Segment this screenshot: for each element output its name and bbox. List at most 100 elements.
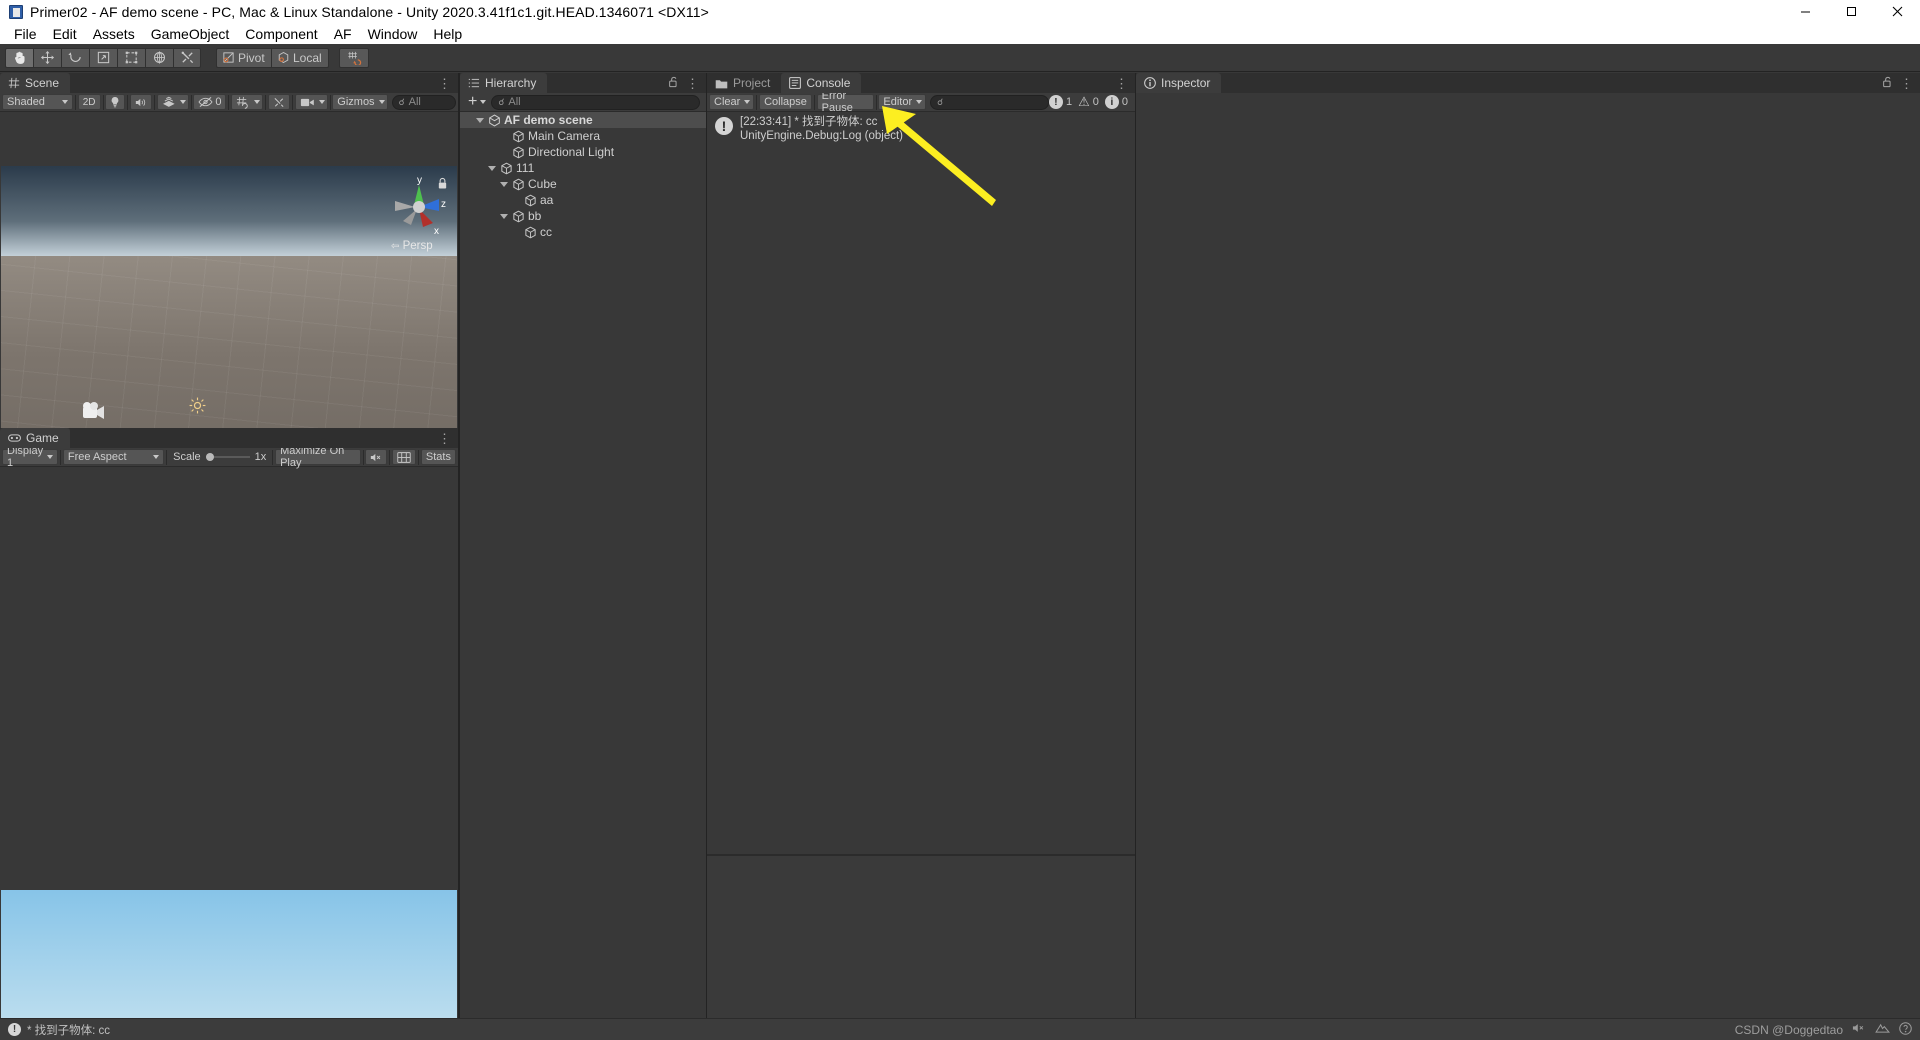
scale-tool-button[interactable] [89, 47, 117, 68]
inspector-tabrow: Inspector ⋮ [1136, 73, 1920, 93]
warning-count[interactable]: ⚠ 0 [1078, 95, 1099, 108]
hierarchy-item-cube[interactable]: Cube [460, 176, 706, 192]
pivot-toggle-button[interactable]: Pivot [216, 47, 271, 68]
chevron-down-icon [254, 100, 261, 104]
transform-tool-button[interactable] [145, 47, 173, 68]
move-tool-button[interactable] [33, 47, 61, 68]
scale-slider-group[interactable]: Scale 1x [169, 451, 270, 463]
scene-search-input[interactable]: ☌ All [391, 94, 456, 110]
hierarchy-item-af-demo-scene[interactable]: AF demo scene [460, 112, 706, 128]
menu-edit[interactable]: Edit [45, 24, 85, 44]
inspector-panel-menu-icon[interactable]: ⋮ [1900, 77, 1913, 90]
maximize-button[interactable] [1828, 0, 1874, 23]
hierarchy-item-directional-light[interactable]: Directional Light [460, 144, 706, 160]
status-mute-icon[interactable] [1852, 1022, 1866, 1037]
hierarchy-item-bb[interactable]: bb [460, 208, 706, 224]
maximize-on-play-button[interactable]: Maximize On Play [275, 445, 361, 469]
console-clear-button[interactable]: Clear [709, 94, 755, 110]
info-count[interactable]: i 0 [1104, 95, 1128, 109]
hierarchy-tree[interactable]: AF demo scene Main Camera Directional Ligh… [460, 112, 706, 1018]
menu-help[interactable]: Help [425, 24, 470, 44]
scene-panel-menu-icon[interactable]: ⋮ [438, 77, 451, 90]
scene-fx-dropdown[interactable] [156, 94, 189, 110]
hierarchy-item-aa[interactable]: aa [460, 192, 706, 208]
2d-label: 2D [82, 96, 96, 108]
status-message[interactable]: * 找到子物体: cc [27, 1022, 110, 1038]
local-toggle-button[interactable]: Local [271, 47, 329, 68]
console-panel-menu-icon[interactable]: ⋮ [1115, 77, 1128, 90]
foldout-expanded-icon[interactable] [498, 181, 510, 187]
game-tab-label: Game [26, 431, 59, 445]
gizmos-label: Gizmos [337, 96, 375, 108]
game-gizmos-button[interactable] [392, 449, 417, 465]
tab-game[interactable]: Game [0, 428, 70, 448]
status-shortcut-icon[interactable] [1875, 1023, 1890, 1037]
console-log-entry[interactable]: ! [22:33:41] * 找到子物体: cc UnityEngine.Deb… [707, 112, 1135, 148]
menu-af[interactable]: AF [326, 24, 360, 44]
2d-toggle-button[interactable]: 2D [77, 94, 101, 110]
grid-snap-button[interactable] [339, 47, 369, 68]
hierarchy-tabrow: Hierarchy ⋮ [460, 73, 706, 93]
tab-project[interactable]: Project [707, 73, 782, 93]
inspector-icon [1144, 77, 1156, 89]
hierarchy-item-cc[interactable]: cc [460, 224, 706, 240]
hierarchy-add-button[interactable]: + [462, 94, 491, 110]
scene-grid-dropdown[interactable] [231, 94, 264, 110]
foldout-expanded-icon[interactable] [486, 165, 498, 171]
status-right-group: CSDN @Doggedtao [1735, 1021, 1912, 1038]
menu-assets[interactable]: Assets [85, 24, 143, 44]
error-count[interactable]: ! 1 [1048, 95, 1072, 109]
lock-icon[interactable] [437, 177, 448, 193]
menu-window[interactable]: Window [360, 24, 426, 44]
console-search-input[interactable]: ☌ [930, 94, 1049, 110]
foldout-expanded-icon[interactable] [498, 213, 510, 219]
close-button[interactable] [1874, 0, 1920, 23]
draw-mode-dropdown[interactable]: Shaded [2, 94, 74, 110]
inspector-lock-icon[interactable] [1882, 76, 1893, 91]
console-status-icon[interactable]: ! [8, 1023, 21, 1036]
hierarchy-item-label: aa [540, 193, 554, 207]
status-help-icon[interactable] [1899, 1021, 1912, 1038]
console-editor-dropdown[interactable]: Editor [878, 94, 927, 110]
rect-transform-tool-button[interactable] [117, 47, 145, 68]
chevron-down-icon [62, 100, 69, 104]
inspector-body [1136, 93, 1920, 1018]
scene-lighting-button[interactable] [105, 94, 126, 110]
chevron-down-icon [378, 100, 385, 104]
snap-group [339, 47, 369, 68]
gizmos-dropdown[interactable]: Gizmos [332, 94, 388, 110]
scale-slider[interactable] [205, 452, 250, 462]
custom-tool-button[interactable] [173, 47, 201, 68]
hierarchy-search-input[interactable]: ☌ All [491, 94, 700, 110]
scene-component-tools-button[interactable] [267, 94, 290, 110]
tab-inspector[interactable]: Inspector [1136, 73, 1222, 93]
menu-file[interactable]: File [6, 24, 45, 44]
hierarchy-item-111[interactable]: 111 [460, 160, 706, 176]
menu-component[interactable]: Component [237, 24, 325, 44]
unity-main-toolbar: Pivot Local [0, 44, 1920, 112]
scene-audio-button[interactable] [129, 94, 152, 110]
game-panel-menu-icon[interactable]: ⋮ [438, 432, 451, 445]
hierarchy-panel-menu-icon[interactable]: ⋮ [686, 77, 699, 90]
mute-audio-button[interactable] [365, 449, 388, 465]
console-log-list[interactable]: ! [22:33:41] * 找到子物体: cc UnityEngine.Deb… [707, 112, 1135, 854]
menu-gameobject[interactable]: GameObject [143, 24, 238, 44]
hierarchy-item-main-camera[interactable]: Main Camera [460, 128, 706, 144]
tab-hierarchy[interactable]: Hierarchy [460, 73, 548, 93]
minimize-button[interactable] [1782, 0, 1828, 23]
aspect-dropdown[interactable]: Free Aspect [62, 449, 165, 465]
display-dropdown[interactable]: Display 1 [2, 445, 59, 469]
console-error-pause-toggle[interactable]: Error Pause [816, 90, 874, 114]
scene-persp-label[interactable]: ⇦ Persp [391, 240, 433, 252]
scene-camera-dropdown[interactable] [294, 94, 328, 110]
hierarchy-item-label: AF demo scene [504, 113, 593, 127]
rotate-tool-button[interactable] [61, 47, 89, 68]
stats-button[interactable]: Stats [420, 449, 456, 465]
hierarchy-lock-icon[interactable] [668, 76, 679, 91]
tab-console[interactable]: Console [781, 73, 862, 93]
tab-scene[interactable]: Scene [0, 73, 71, 93]
foldout-expanded-icon[interactable] [474, 117, 486, 123]
hand-tool-button[interactable] [5, 47, 33, 68]
scene-hidden-objects-button[interactable]: 0 [193, 94, 227, 110]
console-collapse-toggle[interactable]: Collapse [759, 94, 812, 110]
